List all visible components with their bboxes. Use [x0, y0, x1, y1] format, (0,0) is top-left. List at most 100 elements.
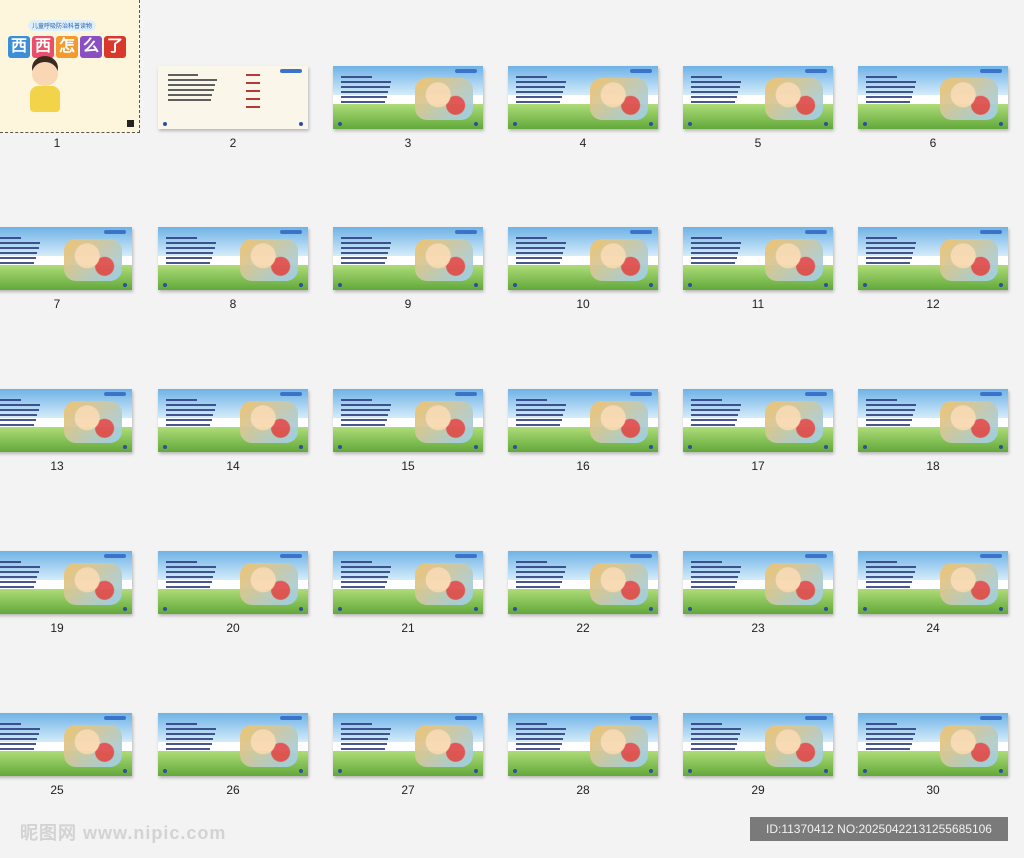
slide-thumbnail-19[interactable]	[0, 551, 132, 614]
slide-number-label: 26	[226, 783, 240, 797]
text-line	[516, 743, 562, 745]
slide-thumbnail-5[interactable]	[683, 66, 833, 129]
illustration	[240, 401, 298, 443]
text-line	[341, 566, 392, 568]
text-line	[166, 242, 217, 244]
page-dot-icon	[338, 769, 342, 773]
text-line	[166, 404, 217, 406]
text-line	[866, 81, 917, 83]
page-dot-icon	[299, 122, 303, 126]
slide-thumbnail-12[interactable]	[858, 227, 1008, 290]
page-dot-icon	[999, 607, 1003, 611]
slide-thumbnail-7[interactable]	[0, 227, 132, 290]
header-badge	[805, 69, 827, 73]
slide-thumbnail-10[interactable]	[508, 227, 658, 290]
text-block	[168, 74, 218, 101]
text-line	[866, 748, 911, 750]
page-dot-icon	[824, 769, 828, 773]
text-block	[866, 399, 918, 426]
slide-thumbnail-4[interactable]	[508, 66, 658, 129]
header-badge	[455, 554, 477, 558]
slide-thumbnail-18[interactable]	[858, 389, 1008, 452]
slide-thumbnail-17[interactable]	[683, 389, 833, 452]
illustration	[415, 401, 473, 443]
text-line	[0, 738, 38, 740]
slide-thumbnail-15[interactable]	[333, 389, 483, 452]
slide-thumbnail-26[interactable]	[158, 713, 308, 776]
text-line	[866, 586, 911, 588]
slide-number-label: 20	[226, 621, 240, 635]
slide-thumbnail-13[interactable]	[0, 389, 132, 452]
slide-number-label: 5	[754, 136, 762, 150]
slide-thumbnail-20[interactable]	[158, 551, 308, 614]
text-line	[341, 81, 392, 83]
image-id-badge: ID:11370412 NO:20250422131255685106	[750, 817, 1008, 841]
slide-thumbnail-9[interactable]	[333, 227, 483, 290]
text-line	[516, 748, 561, 750]
slide-thumbnail-27[interactable]	[333, 713, 483, 776]
slide-thumbnail-24[interactable]	[858, 551, 1008, 614]
text-line	[166, 586, 211, 588]
slide-number-label: 29	[751, 783, 765, 797]
text-line	[866, 576, 914, 578]
page-dot-icon	[863, 283, 867, 287]
slide-number-label: 13	[50, 459, 64, 473]
slide-thumbnail-2[interactable]	[158, 66, 308, 129]
cover-title-char: 怎	[56, 36, 78, 58]
text-line	[516, 566, 567, 568]
text-line	[0, 424, 35, 426]
text-line	[0, 257, 36, 259]
slide-thumbnail-28[interactable]	[508, 713, 658, 776]
text-line	[691, 257, 737, 259]
text-line	[166, 576, 214, 578]
slide-thumbnail-21[interactable]	[333, 551, 483, 614]
page-dot-icon	[513, 122, 517, 126]
illustration	[940, 239, 998, 281]
illustration	[940, 563, 998, 605]
text-line	[341, 96, 387, 98]
slide-thumbnail-cover[interactable]: 儿童呼吸防治科普读物 西 西 怎 么 了	[0, 0, 140, 133]
text-line	[866, 399, 898, 401]
slide-thumbnail-3[interactable]	[333, 66, 483, 129]
slide-thumbnail-23[interactable]	[683, 551, 833, 614]
slide-thumbnail-30[interactable]	[858, 713, 1008, 776]
illustration	[240, 563, 298, 605]
page-dot-icon	[824, 283, 828, 287]
text-line	[0, 586, 35, 588]
page-dot-icon	[163, 607, 167, 611]
text-line	[341, 237, 373, 239]
cover-title: 西 西 怎 么 了	[8, 36, 126, 58]
text-block	[516, 76, 568, 103]
slide-thumbnail-11[interactable]	[683, 227, 833, 290]
cover-title-char: 么	[80, 36, 102, 58]
text-line	[691, 743, 737, 745]
slide-thumbnail-22[interactable]	[508, 551, 658, 614]
slide-thumbnail-8[interactable]	[158, 227, 308, 290]
slide-thumbnail-29[interactable]	[683, 713, 833, 776]
illustration	[590, 725, 648, 767]
cover-subtitle: 儿童呼吸防治科普读物	[28, 20, 97, 31]
slide-thumbnail-14[interactable]	[158, 389, 308, 452]
slide-thumbnail-25[interactable]	[0, 713, 132, 776]
footer: 昵图网 www.nipic.com ID:11370412 NO:2025042…	[0, 815, 1024, 858]
header-badge	[630, 392, 652, 396]
slide-number-label: 28	[576, 783, 590, 797]
slide-number-label: 12	[926, 297, 940, 311]
text-line	[866, 728, 917, 730]
text-line	[691, 581, 737, 583]
header-badge	[630, 230, 652, 234]
slide-thumbnail-16[interactable]	[508, 389, 658, 452]
text-line	[516, 576, 564, 578]
slide-number-label: 30	[926, 783, 940, 797]
text-block	[516, 399, 568, 426]
header-badge	[280, 392, 302, 396]
page-dot-icon	[474, 445, 478, 449]
slide-thumbnail-grid: 儿童呼吸防治科普读物 西 西 怎 么 了 1 2 3 4 5 6 7 8 9 10 11 12 13 1…	[0, 0, 1024, 820]
text-line	[866, 723, 898, 725]
slide-thumbnail-6[interactable]	[858, 66, 1008, 129]
text-line	[516, 586, 561, 588]
text-line	[0, 237, 22, 239]
watermark-text: 昵图网 www.nipic.com	[20, 823, 227, 843]
text-line	[866, 91, 914, 93]
text-line	[341, 419, 387, 421]
